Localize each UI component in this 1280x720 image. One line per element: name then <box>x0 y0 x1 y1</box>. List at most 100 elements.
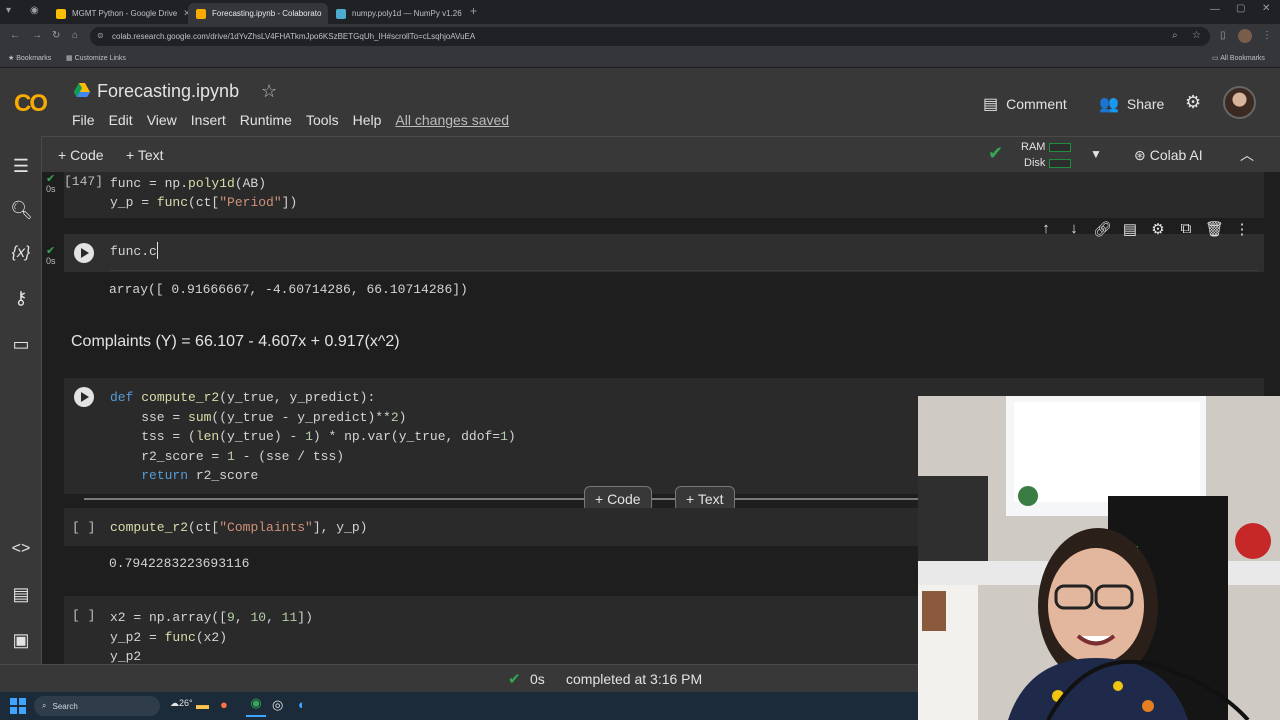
browser-address-bar: ← → ↻ ⌂ ⊜ colab.research.google.com/driv… <box>0 24 1280 49</box>
user-avatar[interactable] <box>1223 86 1256 119</box>
table-of-contents-icon[interactable]: ☰ <box>10 156 32 177</box>
taskbar-search[interactable]: ⌕ Search <box>34 696 160 716</box>
weather-temp: 26° <box>179 698 193 708</box>
menu-runtime[interactable]: Runtime <box>240 112 292 128</box>
profile-avatar[interactable] <box>1238 29 1252 43</box>
tab-label: numpy.poly1d — NumPy v1.26 <box>352 9 462 18</box>
tab-drive[interactable]: MGMT Python - Google Drive ✕ <box>48 3 188 24</box>
comment-button[interactable]: ▤ Comment <box>983 94 1067 114</box>
chrome-taskbar-icon[interactable]: ◉ <box>246 695 266 717</box>
collapse-chevron-icon[interactable]: ︿ <box>1240 145 1254 165</box>
forward-icon[interactable]: → <box>32 30 42 41</box>
bookmark-star-icon[interactable]: ☆ <box>1192 30 1201 41</box>
window-close-icon[interactable]: ✕ <box>1262 3 1270 14</box>
menu-help[interactable]: Help <box>353 112 382 128</box>
new-tab-icon[interactable]: + <box>470 4 477 18</box>
tab-search-icon[interactable]: ▾ <box>6 5 11 16</box>
bookmark-label: Customize Links <box>74 55 126 62</box>
exec-count: [ ] <box>72 608 96 623</box>
disk-label: Disk <box>1024 157 1046 169</box>
status-check-icon: ✔ <box>508 671 521 688</box>
all-bookmarks-item[interactable]: ▭ All Bookmarks <box>1212 54 1265 62</box>
menu-insert[interactable]: Insert <box>191 112 226 128</box>
menu-file[interactable]: File <box>72 112 95 128</box>
settings-gear-icon[interactable]: ⚙ <box>1149 220 1167 238</box>
more-options-icon[interactable]: ⋮ <box>1233 220 1251 238</box>
back-icon[interactable]: ← <box>10 30 20 41</box>
code-editor[interactable]: def compute_r2(y_true, y_predict): sse =… <box>110 388 516 486</box>
cell-toolbar: ↑ ↓ 🔗︎ ▤ ⚙ ⧉ 🗑︎ ⋮ <box>1037 220 1251 238</box>
windows-start-icon[interactable] <box>10 698 26 714</box>
divider <box>110 270 1258 271</box>
exec-count: [147] <box>64 174 104 189</box>
sidepanel-icon[interactable]: ▯ <box>1220 30 1226 41</box>
add-text-button[interactable]: + Text <box>126 147 164 163</box>
command-palette-icon[interactable]: ▤ <box>10 584 32 605</box>
menu-view[interactable]: View <box>147 112 177 128</box>
code-editor[interactable]: compute_r2(ct["Complaints"], y_p) <box>110 520 367 535</box>
file-explorer-icon[interactable]: ▬ <box>196 697 209 712</box>
code-snippets-icon[interactable]: <> <box>10 540 32 558</box>
bookmarks-item[interactable]: ★ Bookmarks <box>8 54 51 62</box>
firefox-icon[interactable]: ● <box>220 697 228 712</box>
files-folder-icon[interactable]: ▭ <box>10 334 32 355</box>
secrets-key-icon[interactable]: ⚷ <box>10 288 32 309</box>
browser-tab-bar: ▾ ◉ MGMT Python - Google Drive ✕ Forecas… <box>0 0 1280 24</box>
terminal-icon[interactable]: ▣ <box>10 630 32 651</box>
weather-icon[interactable]: ☁26° <box>170 698 193 709</box>
colab-ai-button[interactable]: ⊛ Colab AI <box>1134 147 1203 164</box>
star-icon[interactable]: ☆ <box>261 81 277 102</box>
colab-ai-label: Colab AI <box>1149 147 1203 163</box>
move-up-icon[interactable]: ↑ <box>1037 220 1055 238</box>
more-icon[interactable]: ⋮ <box>1262 30 1272 41</box>
reload-icon[interactable]: ↻ <box>52 30 60 41</box>
code-editor[interactable]: func = np.poly1d(AB) y_p = func(ct["Peri… <box>110 174 297 212</box>
maximize-icon[interactable]: ▢ <box>1236 3 1245 14</box>
share-label: Share <box>1126 96 1165 112</box>
add-code-button[interactable]: + Code <box>58 147 104 163</box>
tab-label: Forecasting.ipynb - Colaborato <box>212 9 322 18</box>
left-sidebar: ☰ 🔍︎ {x} ⚷ ▭ <> ▤ ▣ <box>0 136 42 664</box>
home-icon[interactable]: ⌂ <box>72 30 78 41</box>
run-cell-button[interactable] <box>74 387 94 407</box>
customize-links-item[interactable]: ▦ Customize Links <box>66 54 126 62</box>
url-field[interactable]: ⊜ colab.research.google.com/drive/1dYvZh… <box>90 27 1210 46</box>
tab-label: MGMT Python - Google Drive <box>72 9 178 18</box>
obs-icon[interactable]: ◎ <box>272 697 283 713</box>
variables-icon[interactable]: {x} <box>10 244 32 262</box>
bookmark-label: Bookmarks <box>16 55 52 62</box>
tab-colab[interactable]: Forecasting.ipynb - Colaborato ✕ <box>188 3 328 24</box>
zoom-icon[interactable]: ⌕ <box>1172 30 1178 41</box>
insert-text-label: + Text <box>686 491 724 507</box>
menu-edit[interactable]: Edit <box>109 112 133 128</box>
code-cell-2[interactable]: func.c <box>64 234 1264 272</box>
tab-numpy[interactable]: numpy.poly1d — NumPy v1.26 ✕ <box>328 3 464 24</box>
colab-header: CO Forecasting.ipynb ☆ File Edit View In… <box>0 68 1280 136</box>
comment-icon[interactable]: ▤ <box>1121 220 1139 238</box>
search-icon[interactable]: 🔍︎ <box>10 200 33 221</box>
save-status[interactable]: All changes saved <box>395 112 509 128</box>
chrome-icon: ◉ <box>30 5 39 16</box>
status-message[interactable]: completed at 3:16 PM <box>566 671 702 687</box>
colab-favicon-icon <box>196 8 206 19</box>
markdown-text[interactable]: Complaints (Y) = 66.107 - 4.607x + 0.917… <box>71 333 400 351</box>
run-cell-button[interactable] <box>74 243 94 263</box>
settings-gear-icon[interactable]: ⚙ <box>1185 92 1201 113</box>
code-editor[interactable]: func.c <box>110 244 157 259</box>
share-button[interactable]: 👥 Share <box>1099 94 1164 114</box>
mirror-cell-icon[interactable]: ⧉ <box>1177 220 1195 238</box>
move-down-icon[interactable]: ↓ <box>1065 220 1083 238</box>
edge-icon[interactable]: ◐ <box>298 697 306 712</box>
notebook-title[interactable]: Forecasting.ipynb <box>97 81 239 102</box>
minimize-icon[interactable]: — <box>1210 4 1220 15</box>
code-editor[interactable]: x2 = np.array([9, 10, 11]) y_p2 = func(x… <box>110 608 313 664</box>
site-info-icon[interactable]: ⊜ <box>97 31 104 40</box>
menu-tools[interactable]: Tools <box>306 112 339 128</box>
colab-logo[interactable]: CO <box>14 90 48 118</box>
link-icon[interactable]: 🔗︎ <box>1093 220 1112 238</box>
runtime-dropdown-icon[interactable]: ▼ <box>1090 147 1102 161</box>
insert-line <box>84 498 918 500</box>
menu-bar: File Edit View Insert Runtime Tools Help… <box>72 112 523 128</box>
code-cell-1[interactable]: [147] func = np.poly1d(AB) y_p = func(ct… <box>64 172 1264 218</box>
delete-icon[interactable]: 🗑︎ <box>1205 220 1224 238</box>
